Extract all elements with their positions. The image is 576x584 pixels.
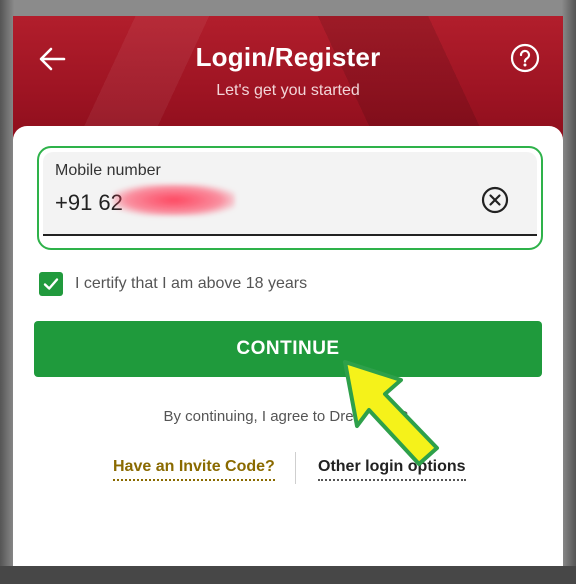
- frame-right-edge: [562, 0, 576, 584]
- age-certification-checkbox[interactable]: [39, 272, 63, 296]
- clear-button[interactable]: [481, 186, 509, 214]
- frame-bottom: [0, 566, 576, 584]
- page-subtitle: Let's get you started: [216, 82, 360, 99]
- page-title: Login/Register: [195, 42, 381, 72]
- secondary-links: Have an Invite Code? Other login options: [13, 450, 563, 490]
- link-divider: [295, 452, 296, 484]
- app-screen: Login/Register Let's get you started Mob…: [13, 16, 563, 566]
- terms-agreement-text: By continuing, I agree to Dre T&C.: [163, 408, 413, 425]
- age-certification-row: I certify that I am above 18 years: [39, 272, 307, 296]
- frame-top: [0, 0, 576, 16]
- close-circle-icon: [481, 186, 509, 214]
- pointer-arrow-icon: [343, 360, 439, 466]
- mobile-number-label: Mobile number: [55, 162, 161, 179]
- mobile-number-field[interactable]: Mobile number +91 62: [37, 146, 543, 250]
- invite-code-link[interactable]: Have an Invite Code?: [113, 458, 275, 481]
- continue-button[interactable]: CONTINUE: [34, 321, 542, 377]
- frame-left-edge: [0, 0, 14, 584]
- mobile-number-input[interactable]: Mobile number +91 62: [43, 152, 537, 236]
- login-sheet: Mobile number +91 62 I certify that I am…: [13, 126, 563, 566]
- checkmark-icon: [43, 278, 59, 290]
- age-certification-label: I certify that I am above 18 years: [75, 275, 308, 292]
- question-circle-icon: [510, 43, 540, 73]
- redaction-blur: [113, 184, 235, 216]
- help-button[interactable]: [509, 42, 541, 74]
